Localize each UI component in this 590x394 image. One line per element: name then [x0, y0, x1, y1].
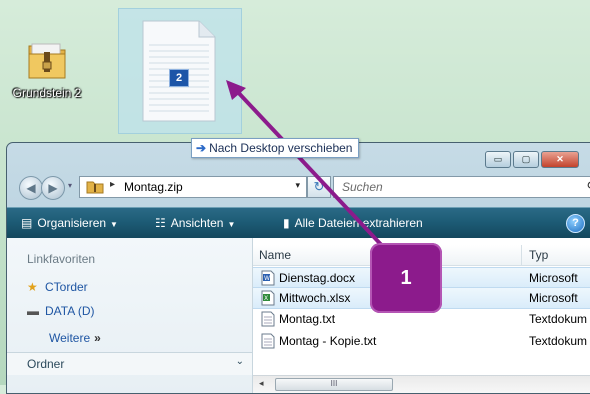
minimize-button[interactable]: ▭	[485, 151, 511, 168]
breadcrumb-separator[interactable]: ▸	[110, 179, 115, 190]
scroll-left-icon[interactable]: ◂	[259, 378, 264, 389]
search-icon[interactable]: ⚲	[586, 179, 590, 195]
svg-text:X: X	[264, 295, 268, 302]
organize-icon: ▤	[21, 216, 33, 230]
address-dropdown-icon[interactable]: ▾	[295, 180, 300, 191]
window-controls: ▭ ▢ ✕	[485, 151, 579, 168]
svg-text:W: W	[264, 275, 270, 282]
breadcrumb-montag-zip[interactable]: Montag.zip	[124, 180, 183, 194]
extract-all-button[interactable]: ▮ Alle Dateien extrahieren	[283, 216, 423, 230]
refresh-button[interactable]: ↻	[307, 176, 331, 198]
history-dropdown-icon[interactable]: ▾	[68, 181, 72, 190]
forward-button[interactable]: ▶	[41, 176, 65, 200]
drive-icon: ▬	[27, 304, 39, 318]
extract-icon: ▮	[283, 216, 290, 230]
organize-button[interactable]: ▤ Organisieren ▼	[21, 216, 118, 230]
file-row[interactable]: Montag - Kopie.txt Textdokum	[253, 331, 590, 351]
help-button[interactable]: ?	[566, 214, 585, 233]
drag-count-badge: 2	[169, 69, 189, 87]
folders-toggle[interactable]: Ordner ⌄	[7, 352, 252, 375]
star-icon: ★	[27, 280, 38, 294]
back-button[interactable]: ◀	[19, 176, 43, 200]
nav-item-data-d[interactable]: ▬ DATA (D)	[27, 304, 95, 318]
move-tooltip: ➔ Nach Desktop verschieben	[191, 138, 360, 158]
navigation-pane: Linkfavoriten ★ CTorder ▬ DATA (D) Weitere…	[7, 238, 253, 393]
drag-ghost: 2	[118, 8, 242, 134]
text-doc-icon	[261, 311, 275, 327]
address-bar[interactable]: ▸ Montag.zip ▾	[79, 176, 307, 198]
more-link[interactable]: Weitere»	[49, 331, 101, 345]
nav-item-ctorder[interactable]: ★ CTorder	[27, 280, 88, 294]
chevron-down-icon: ⌄	[235, 356, 244, 367]
column-name[interactable]: Name	[259, 248, 291, 262]
views-icon: ☷	[155, 216, 166, 230]
column-type[interactable]: Typ	[529, 248, 548, 262]
explorer-window: ▭ ▢ ✕ ◀ ▶ ▾ ▸ Montag.zip ▾ ↻ Suchen ⚲ ▤O…	[6, 142, 590, 394]
excel-doc-icon: X	[261, 290, 275, 306]
zip-folder-small-icon	[86, 181, 104, 194]
command-toolbar: ▤ Organisieren ▼ ☷ Ansichten ▼ ▮ Alle Dateien…	[7, 207, 590, 238]
word-doc-icon: W	[261, 270, 275, 286]
folder-zip-icon	[28, 43, 66, 79]
maximize-button[interactable]: ▢	[513, 151, 539, 168]
text-doc-icon	[261, 333, 275, 349]
close-button[interactable]: ✕	[541, 151, 579, 168]
address-row: ◀ ▶ ▾ ▸ Montag.zip ▾ ↻ Suchen ⚲	[15, 174, 590, 202]
content-area: Linkfavoriten ★ CTorder ▬ DATA (D) Weitere…	[7, 238, 590, 393]
search-placeholder: Suchen	[342, 180, 383, 194]
step-callout: 1	[370, 243, 442, 313]
move-arrow-icon: ➔	[196, 141, 207, 155]
views-button[interactable]: ☷ Ansichten ▼	[155, 216, 235, 230]
horizontal-scrollbar[interactable]: ◂ III ▸	[253, 375, 590, 393]
search-input[interactable]: Suchen ⚲	[333, 176, 590, 198]
desktop-folder-icon[interactable]: Grundstein 2	[4, 36, 90, 100]
tooltip-text: Nach Desktop verschieben	[209, 141, 353, 155]
favorites-header: Linkfavoriten	[27, 252, 96, 266]
desktop-icon-label: Grundstein 2	[12, 86, 82, 100]
